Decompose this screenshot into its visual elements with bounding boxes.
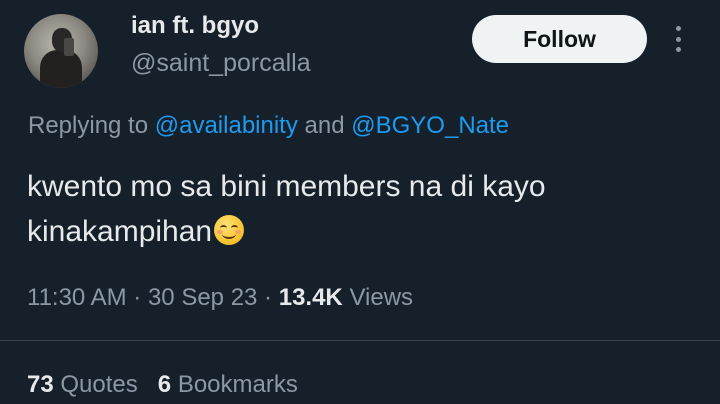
- bookmarks-label: Bookmarks: [177, 371, 298, 398]
- bookmarks-count: 6: [157, 371, 172, 398]
- follow-button[interactable]: Follow: [472, 15, 647, 63]
- tweet-date[interactable]: 30 Sep 23: [148, 284, 257, 311]
- quotes-stat[interactable]: 73 Quotes: [27, 371, 138, 398]
- mention-link[interactable]: @availabinity: [155, 112, 298, 139]
- avatar-phone: [64, 38, 74, 56]
- views-label: Views: [349, 284, 414, 311]
- tweet-text: kwento mo sa bini members na di kayo kin…: [27, 164, 697, 254]
- quotes-label: Quotes: [60, 371, 138, 398]
- mention-link[interactable]: @BGYO_Nate: [351, 112, 509, 139]
- tweet-stats: 73 Quotes 6 Bookmarks: [27, 371, 298, 399]
- meta-separator: ·: [126, 284, 148, 311]
- avatar[interactable]: [24, 14, 98, 88]
- more-dot: [675, 26, 681, 31]
- quotes-count: 73: [27, 371, 54, 398]
- display-name[interactable]: ian ft. bgyo: [131, 12, 259, 40]
- replying-to-prefix: Replying to: [28, 112, 155, 139]
- more-vertical-icon[interactable]: [666, 22, 690, 56]
- tweet-meta: 11:30 AM · 30 Sep 23 · 13.4K Views: [27, 284, 413, 312]
- smiling-face-emoji-icon: [214, 215, 245, 245]
- divider: [0, 340, 720, 341]
- views-count: 13.4K: [278, 284, 343, 311]
- bookmarks-stat[interactable]: 6 Bookmarks: [158, 371, 298, 398]
- meta-separator: ·: [257, 284, 279, 311]
- avatar-figure-body: [40, 50, 82, 88]
- user-handle[interactable]: @saint_porcalla: [131, 49, 311, 78]
- replying-to-line: Replying to @availabinity and @BGYO_Nate: [28, 112, 509, 140]
- tweet-card: ian ft. bgyo @saint_porcalla Follow Repl…: [0, 0, 720, 404]
- replying-to-conjunction: and: [297, 112, 352, 139]
- more-dot: [675, 47, 681, 52]
- more-dot: [675, 36, 681, 42]
- tweet-time[interactable]: 11:30 AM: [27, 284, 127, 311]
- tweet-body: kwento mo sa bini members na di kayo kin…: [27, 170, 546, 248]
